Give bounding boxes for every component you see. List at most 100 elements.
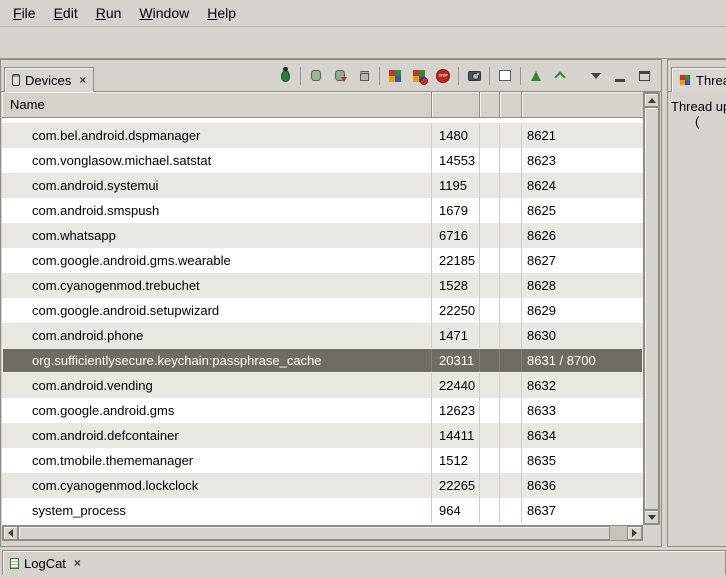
pid-cell: 14553 [432,148,480,173]
close-icon[interactable]: × [79,73,86,87]
process-row[interactable]: com.android.phone14718630 [2,323,643,348]
status-cell [480,423,500,448]
process-row[interactable]: com.android.defcontainer144118634 [2,423,643,448]
status-cell [480,248,500,273]
screen-capture-icon[interactable] [462,65,486,87]
process-name-cell: com.whatsapp [2,223,432,248]
process-row[interactable]: com.bel.android.dspmanager14808621 [2,123,643,148]
process-name-cell: com.android.systemui [2,173,432,198]
process-row[interactable]: com.tmobile.thememanager15128635 [2,448,643,473]
column-header-col3[interactable] [500,92,522,117]
menu-run[interactable]: Run [87,2,131,24]
process-row[interactable]: com.google.android.setupwizard222508629 [2,298,643,323]
pid-cell: 1471 [432,323,480,348]
view-menu-icon[interactable] [584,65,608,87]
status-cell [500,148,522,173]
process-row[interactable]: com.google.android.gms126238633 [2,398,643,423]
process-row[interactable]: com.android.vending224408632 [2,373,643,398]
method-profiling-icon[interactable] [407,65,431,87]
maximize-icon[interactable] [632,65,656,87]
toolbar-separator [458,67,459,85]
process-name-cell: com.android.phone [2,323,432,348]
process-name-cell: com.tmobile.thememanager [2,448,432,473]
port-cell: 8621 [522,123,643,148]
column-header-name[interactable]: Name [2,92,432,117]
port-cell: 8624 [522,173,643,198]
process-row[interactable]: com.cyanogenmod.lockclock222658636 [2,473,643,498]
pid-cell: 22265 [432,473,480,498]
pid-cell: 22440 [432,373,480,398]
status-cell [500,273,522,298]
minimize-icon[interactable] [608,65,632,87]
view-hierarchy-icon[interactable] [524,65,548,87]
status-cell [500,123,522,148]
status-cell [480,348,500,373]
process-row[interactable]: com.vonglasow.michael.satstat14553 8623 [2,148,643,173]
threads-view: Threa Thread up ( [667,59,726,547]
port-cell: 8623 [522,148,643,173]
menu-help[interactable]: Help [198,2,245,24]
horizontal-scroll-thumb[interactable] [18,526,610,540]
dump-hprof-icon[interactable] [328,65,352,87]
tab-devices[interactable]: Devices × [4,67,94,92]
stop-process-icon[interactable]: STOP [431,65,455,87]
scroll-left-button[interactable] [3,526,18,540]
tab-label: LogCat [24,556,66,571]
menu-edit[interactable]: Edit [45,2,87,24]
system-info-icon[interactable] [493,65,517,87]
bottom-view-bar: LogCat × [0,547,726,577]
tab-logcat[interactable]: LogCat × [2,550,726,575]
status-cell [500,398,522,423]
device-process-list: com.bel.android.dspmanager14808621com.vo… [2,123,643,523]
pid-cell: 1195 [432,173,480,198]
process-name-cell: com.google.android.gms.wearable [2,248,432,273]
process-row-selected[interactable]: org.sufficientlysecure.keychain:passphra… [2,348,643,373]
scrollbar-corner [643,525,660,541]
update-threads-icon[interactable] [383,65,407,87]
horizontal-scrollbar[interactable] [2,525,643,541]
status-cell [480,298,500,323]
process-name-cell: com.android.defcontainer [2,423,432,448]
process-name-cell: com.google.android.setupwizard [2,298,432,323]
process-name-cell: com.vonglasow.michael.satstat [2,148,432,173]
column-header-col4[interactable] [522,92,643,117]
vertical-scroll-thumb[interactable] [644,107,659,510]
status-cell [480,123,500,148]
ui-automator-icon[interactable] [548,65,572,87]
devices-view: Devices × STOP [0,59,662,547]
menu-bar: FileEditRunWindowHelp [0,0,726,26]
process-row[interactable]: system_process9648637 [2,498,643,523]
update-heap-icon[interactable] [304,65,328,87]
close-icon[interactable]: × [74,556,81,570]
column-header-col2[interactable] [480,92,500,117]
status-cell [480,373,500,398]
debug-process-icon[interactable] [273,65,297,87]
scroll-up-button[interactable] [644,93,659,107]
tab-threads[interactable]: Threa [671,67,726,92]
port-cell: 8635 [522,448,643,473]
process-name-cell: com.cyanogenmod.trebuchet [2,273,432,298]
process-row[interactable]: com.android.systemui1195 8624 [2,173,643,198]
main-area: Devices × STOP [0,59,726,547]
scroll-right-button[interactable] [627,526,642,540]
main-toolbar [0,26,726,59]
toolbar-separator [520,67,521,85]
status-cell [500,223,522,248]
threads-message: Thread up ( [668,92,726,129]
status-cell [480,173,500,198]
menu-file[interactable]: File [4,2,45,24]
cause-gc-icon[interactable] [352,65,376,87]
process-row[interactable]: com.android.smspush16798625 [2,198,643,223]
ddms-window: FileEditRunWindowHelp Devices × [0,0,726,577]
pid-cell: 14411 [432,423,480,448]
port-cell: 8632 [522,373,643,398]
menu-window[interactable]: Window [130,2,198,24]
process-row[interactable]: com.google.android.gms.wearable221858627 [2,248,643,273]
process-row[interactable]: com.cyanogenmod.trebuchet15288628 [2,273,643,298]
status-cell [500,498,522,523]
scroll-down-button[interactable] [644,510,659,524]
column-header-col1[interactable] [432,92,480,117]
up-arrow-icon [648,98,656,103]
process-row[interactable]: com.whatsapp67168626 [2,223,643,248]
vertical-scrollbar[interactable] [643,92,660,525]
